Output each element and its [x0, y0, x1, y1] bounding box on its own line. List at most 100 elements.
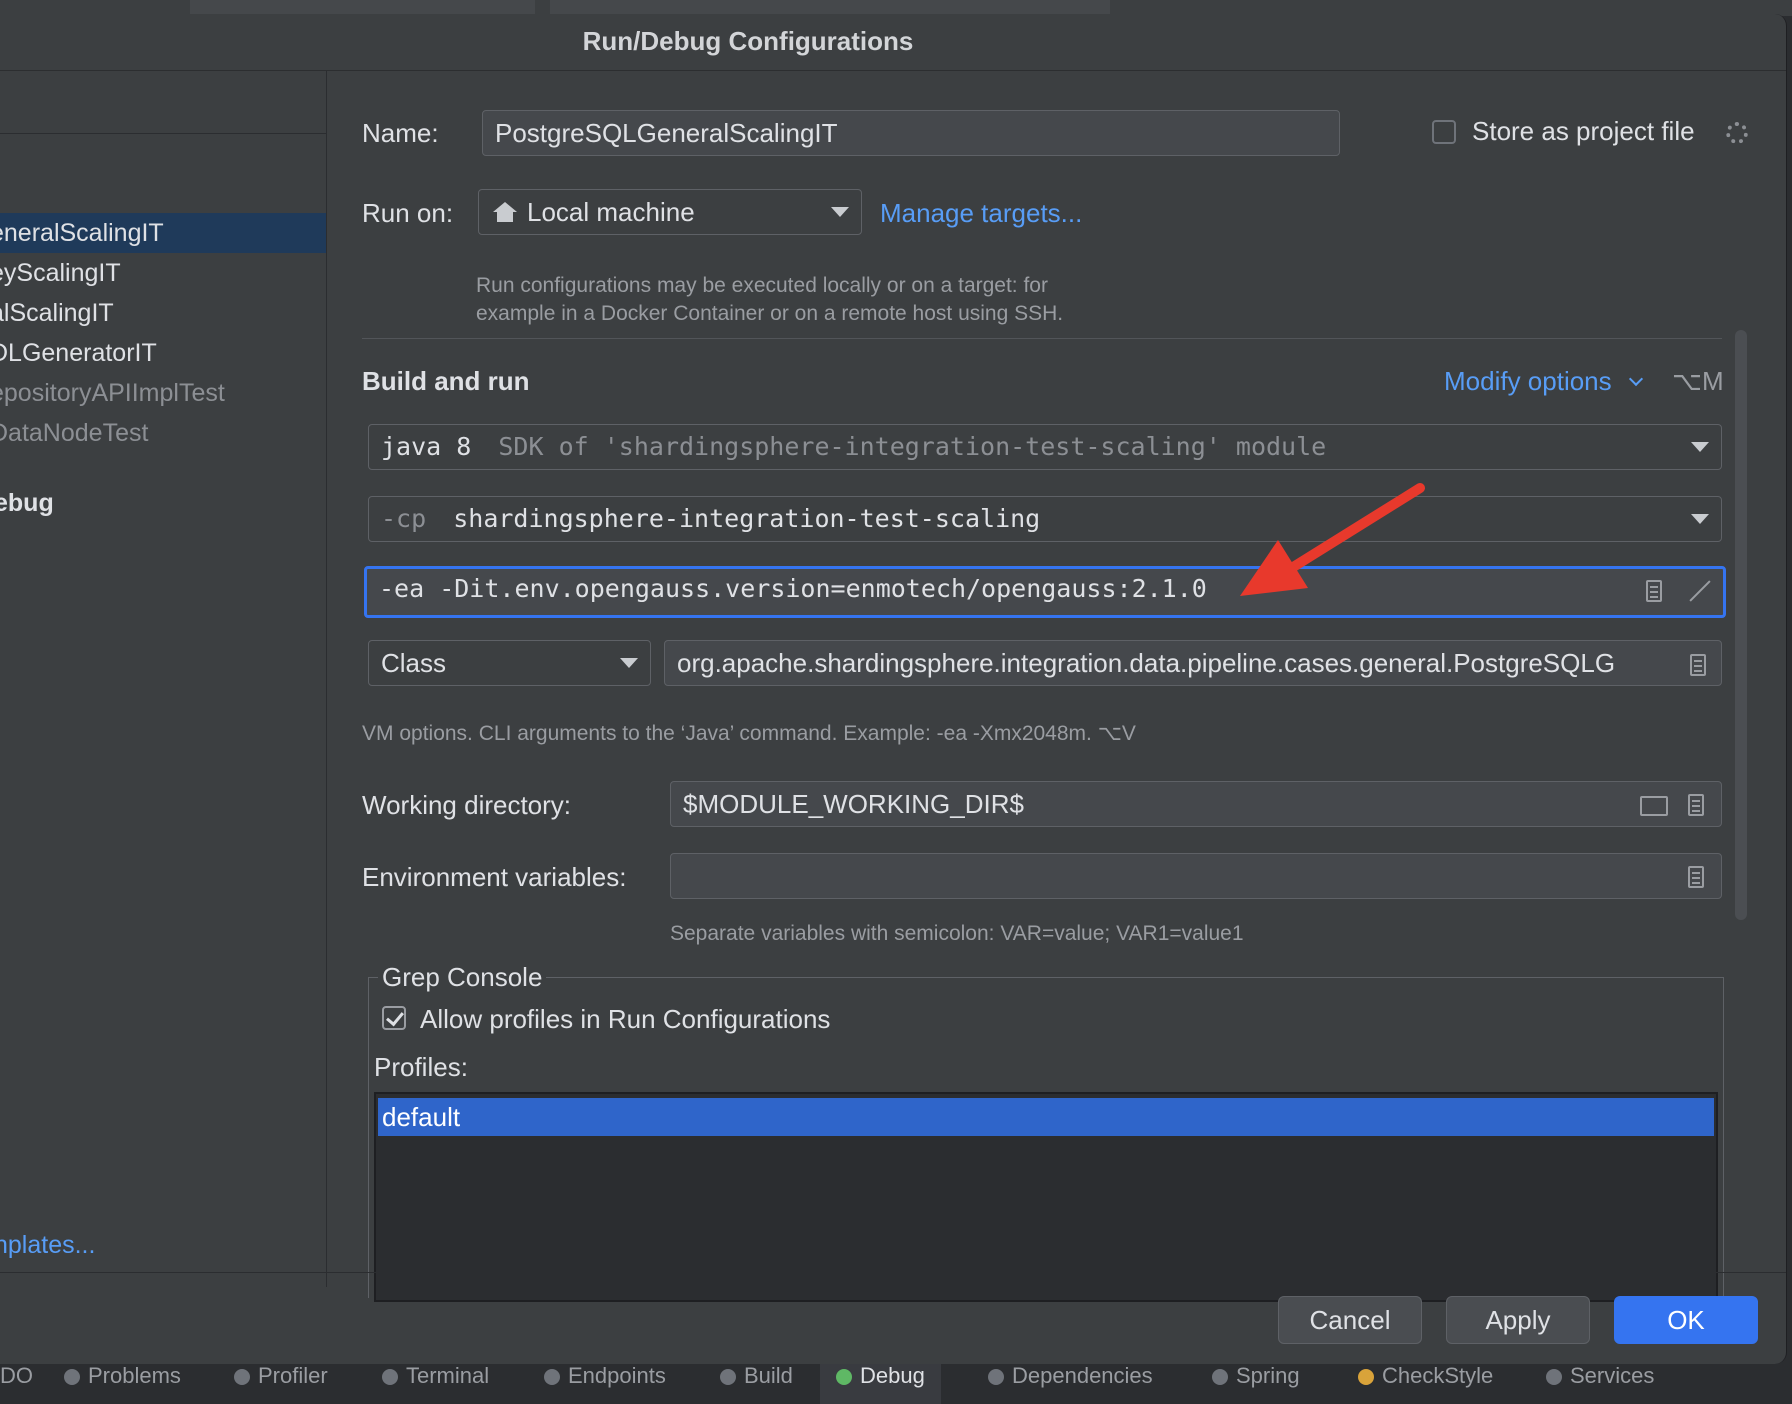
ok-button[interactable]: OK: [1614, 1296, 1758, 1344]
tool-window-services[interactable]: Services: [1546, 1364, 1654, 1404]
allow-profiles-checkbox[interactable]: [382, 1006, 406, 1030]
main-class-kind-value: Class: [381, 648, 447, 678]
build-icon: [720, 1369, 736, 1385]
classpath-prefix: -cp: [381, 504, 427, 533]
expand-icon[interactable]: [1686, 580, 1711, 602]
scrollbar[interactable]: [1735, 330, 1747, 920]
name-field[interactable]: PostgreSQLGeneralScalingIT: [482, 110, 1340, 156]
working-directory-label: Working directory:: [362, 790, 572, 820]
chevron-down-icon: [1691, 442, 1709, 452]
tool-window-build[interactable]: Build: [720, 1364, 793, 1404]
modify-options-link[interactable]: Modify options: [1444, 366, 1651, 397]
profile-item-default[interactable]: default: [378, 1098, 1714, 1136]
dependencies-icon: [988, 1369, 1004, 1385]
run-on-hint-line2: example in a Docker Container or on a re…: [476, 302, 1064, 325]
environment-variables-field[interactable]: [670, 853, 1722, 899]
tool-window-todo[interactable]: DO: [0, 1364, 33, 1404]
tool-window-problems-label: Problems: [88, 1363, 181, 1388]
main-class-field[interactable]: org.apache.shardingsphere.integration.da…: [664, 640, 1722, 686]
tool-window-endpoints[interactable]: Endpoints: [544, 1364, 666, 1404]
tree-toolbar-divider: [0, 133, 326, 134]
manage-targets-link[interactable]: Manage targets...: [880, 198, 1082, 229]
edit-environment-icon[interactable]: [1688, 866, 1704, 888]
tree-item-repository-api[interactable]: epositoryAPIImplTest: [0, 373, 326, 413]
grep-console-title: Grep Console: [378, 962, 547, 993]
spring-icon: [1212, 1369, 1228, 1385]
dialog-title: Run/Debug Configurations: [582, 26, 914, 56]
problems-icon: [64, 1369, 80, 1385]
tool-window-terminal[interactable]: Terminal: [382, 1364, 489, 1404]
chevron-down-icon: [1628, 371, 1643, 387]
working-directory-field[interactable]: $MODULE_WORKING_DIR$: [670, 781, 1722, 827]
profiles-list[interactable]: default: [374, 1092, 1718, 1302]
tool-window-terminal-label: Terminal: [406, 1363, 490, 1388]
run-on-hint-line1: Run configurations may be executed local…: [476, 274, 1048, 297]
tree-group-debug[interactable]: ebug: [0, 489, 54, 518]
tree-item-general-scaling[interactable]: eneralScalingIT: [0, 213, 326, 253]
red-arrow-annotation: [1240, 483, 1425, 596]
insert-macro-icon[interactable]: [1646, 580, 1662, 602]
build-and-run-heading: Build and run: [362, 366, 530, 396]
store-as-project-file-checkbox[interactable]: [1432, 120, 1456, 144]
tool-window-endpoints-label: Endpoints: [568, 1363, 666, 1388]
run-on-dropdown[interactable]: Local machine: [478, 189, 862, 235]
vm-options-hint: VM options. CLI arguments to the ‘Java’ …: [362, 722, 1136, 745]
environment-variables-label: Environment variables:: [362, 862, 627, 892]
tree-item-key-scaling[interactable]: eyScalingIT: [0, 253, 326, 293]
tool-window-profiler-label: Profiler: [258, 1363, 328, 1388]
cancel-button[interactable]: Cancel: [1278, 1296, 1422, 1344]
tool-window-debug[interactable]: Debug: [820, 1364, 941, 1404]
edit-templates-link[interactable]: nplates...: [0, 1231, 95, 1260]
store-as-project-file-label: Store as project file: [1472, 116, 1695, 146]
modify-options-shortcut: ⌥M: [1672, 366, 1724, 396]
terminal-icon: [382, 1369, 398, 1385]
section-divider: [362, 338, 1722, 339]
checkstyle-icon: [1358, 1369, 1374, 1385]
tool-window-dependencies[interactable]: Dependencies: [988, 1364, 1153, 1404]
jre-description: SDK of 'shardingsphere-integration-test-…: [498, 432, 1327, 461]
home-icon-body: [497, 212, 513, 222]
tool-window-checkstyle[interactable]: CheckStyle: [1358, 1364, 1493, 1404]
tree-item-data-node-test[interactable]: DataNodeTest: [0, 413, 326, 453]
debug-icon: [836, 1369, 852, 1385]
home-icon: [493, 202, 517, 212]
chevron-down-icon: [1691, 514, 1709, 524]
tool-window-bar: DO Problems Profiler Terminal Endpoints …: [0, 1364, 1792, 1404]
jre-version: java 8: [381, 432, 472, 461]
tool-window-build-label: Build: [744, 1363, 793, 1388]
tool-window-checkstyle-label: CheckStyle: [1382, 1363, 1494, 1388]
allow-profiles-label: Allow profiles in Run Configurations: [420, 1004, 831, 1034]
browse-class-icon[interactable]: [1690, 654, 1706, 676]
expand-icon-line: [1689, 580, 1711, 602]
profiles-label: Profiles:: [374, 1052, 468, 1082]
chevron-down-icon: [620, 658, 638, 668]
name-label: Name:: [362, 118, 439, 148]
main-class-kind-dropdown[interactable]: Class: [368, 640, 651, 686]
classpath-module: shardingsphere-integration-test-scaling: [453, 504, 1041, 533]
tool-window-services-label: Services: [1570, 1363, 1655, 1388]
tree-item-scaling[interactable]: alScalingIT: [0, 293, 326, 333]
tool-window-problems[interactable]: Problems: [64, 1364, 181, 1404]
tool-window-profiler[interactable]: Profiler: [234, 1364, 328, 1404]
run-on-value: Local machine: [527, 197, 695, 227]
apply-button[interactable]: Apply: [1446, 1296, 1590, 1344]
vm-options-field[interactable]: -ea -Dit.env.opengauss.version=enmotech/…: [364, 566, 1726, 618]
tool-window-spring-label: Spring: [1236, 1363, 1300, 1388]
profiler-icon: [234, 1369, 250, 1385]
classpath-module-dropdown[interactable]: -cp shardingsphere-integration-test-scal…: [368, 496, 1722, 542]
tool-window-todo-label: DO: [0, 1363, 33, 1388]
environment-variables-hint: Separate variables with semicolon: VAR=v…: [670, 922, 1244, 945]
tool-window-spring[interactable]: Spring: [1212, 1364, 1300, 1404]
gear-icon[interactable]: [1726, 122, 1748, 144]
tool-window-debug-label: Debug: [860, 1363, 925, 1388]
configurations-tree: eneralScalingIT eyScalingIT alScalingIT …: [0, 71, 327, 1287]
tool-window-dependencies-label: Dependencies: [1012, 1363, 1153, 1388]
arrow-shaft: [1277, 483, 1425, 579]
chevron-down-icon: [831, 207, 849, 217]
folder-icon[interactable]: [1640, 796, 1668, 816]
endpoints-icon: [544, 1369, 560, 1385]
run-on-label: Run on:: [362, 198, 454, 228]
tree-item-ddl-generator[interactable]: DLGeneratorIT: [0, 333, 326, 373]
insert-macro-icon[interactable]: [1688, 794, 1704, 816]
jre-dropdown[interactable]: java 8 SDK of 'shardingsphere-integratio…: [368, 424, 1722, 470]
